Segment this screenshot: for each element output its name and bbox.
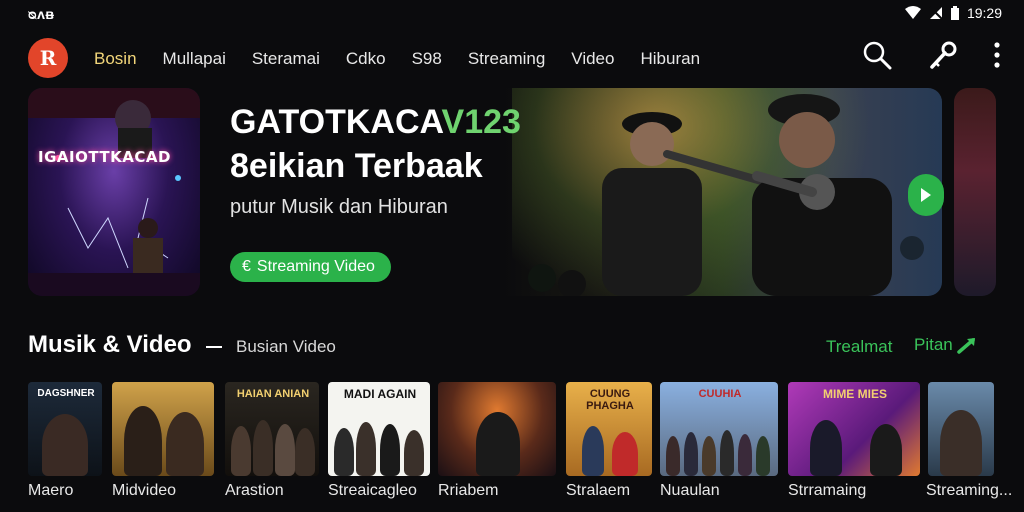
key-icon[interactable]	[928, 40, 958, 75]
arrow-icon	[957, 338, 975, 354]
nav-tabs: Bosin Mullapai Steramai Cdko S98 Streami…	[94, 49, 726, 69]
status-left-text: ᴓᴧᴃ	[28, 6, 55, 22]
hero-title-line1: GATOTKACAV123	[230, 103, 521, 141]
battery-icon	[950, 6, 959, 20]
status-time: 19:29	[966, 5, 1002, 21]
video-thumbnail[interactable]: DAGSHNER	[28, 382, 102, 476]
tab-hiburan[interactable]: Hiburan	[640, 49, 700, 69]
hero-next-card[interactable]	[954, 88, 996, 296]
more-options-icon[interactable]	[994, 42, 1000, 73]
video-thumbnail[interactable]: CUUHIA	[660, 382, 778, 476]
video-thumbnail[interactable]: HAIAN ANIAN	[225, 382, 319, 476]
thumbnail-label: Arastion	[225, 482, 284, 499]
thumbnail-label: Strramaing	[788, 482, 867, 499]
section-link-trealmat[interactable]: Trealmat	[826, 337, 892, 357]
poster-title: IGAIOTTKACAD	[38, 148, 171, 166]
play-icon	[921, 188, 931, 202]
wifi-icon	[904, 6, 921, 20]
tab-video[interactable]: Video	[571, 49, 614, 69]
video-thumbnail[interactable]: MADI AGAIN	[328, 382, 430, 476]
video-thumbnail[interactable]	[112, 382, 214, 476]
video-thumbnail[interactable]: MIME MIES	[788, 382, 920, 476]
thumbnail-label: Midvideo	[112, 482, 177, 499]
tab-s98[interactable]: S98	[412, 49, 442, 69]
app-logo[interactable]: R	[28, 38, 68, 78]
top-nav: R Bosin Mullapai Steramai Cdko S98 Strea…	[0, 36, 1024, 84]
thumbnail-label: Streaicagleo	[328, 482, 417, 499]
streaming-video-label: Streaming Video	[256, 258, 375, 275]
thumbnail-label: Maero	[28, 482, 74, 499]
logo-letter: R	[39, 46, 57, 70]
section-title: Musik & Video	[28, 331, 192, 358]
video-thumbnail[interactable]	[438, 382, 556, 476]
status-bar: ᴓᴧᴃ 19:29	[0, 0, 1024, 28]
search-icon[interactable]	[862, 40, 892, 75]
thumbnail-label: Stralaem	[566, 482, 631, 499]
video-thumbnail[interactable]	[928, 382, 994, 476]
tab-mullapai[interactable]: Mullapai	[163, 49, 226, 69]
section-link-pitan-label: Pitan	[914, 335, 953, 354]
play-button[interactable]	[908, 174, 944, 216]
hero-subtitle: putur Musik dan Hiburan	[230, 196, 448, 218]
section-subtitle: Busian Video	[236, 337, 336, 356]
currency-icon: €	[242, 258, 251, 275]
hero-title-line2: 8eikian Terbaak	[230, 147, 483, 185]
streaming-video-button[interactable]: € Streaming Video	[230, 252, 391, 282]
thumbnail-label: Rriabem	[438, 482, 499, 499]
tab-bosin[interactable]: Bosin	[94, 49, 137, 69]
tab-cdko[interactable]: Cdko	[346, 49, 386, 69]
section-divider	[206, 346, 222, 348]
section-link-pitan[interactable]: Pitan	[914, 335, 979, 355]
video-thumbnail[interactable]: CUUNG PHAGHA	[566, 382, 652, 476]
hero-poster-card[interactable]: IGAIOTTKACAD	[28, 88, 200, 296]
tab-steramai[interactable]: Steramai	[252, 49, 320, 69]
tab-streaming[interactable]: Streaming	[468, 49, 545, 69]
thumbnail-label: Streaming...	[926, 482, 1013, 499]
no-signal-icon	[929, 6, 943, 20]
thumbnail-label: Nuaulan	[660, 482, 720, 499]
